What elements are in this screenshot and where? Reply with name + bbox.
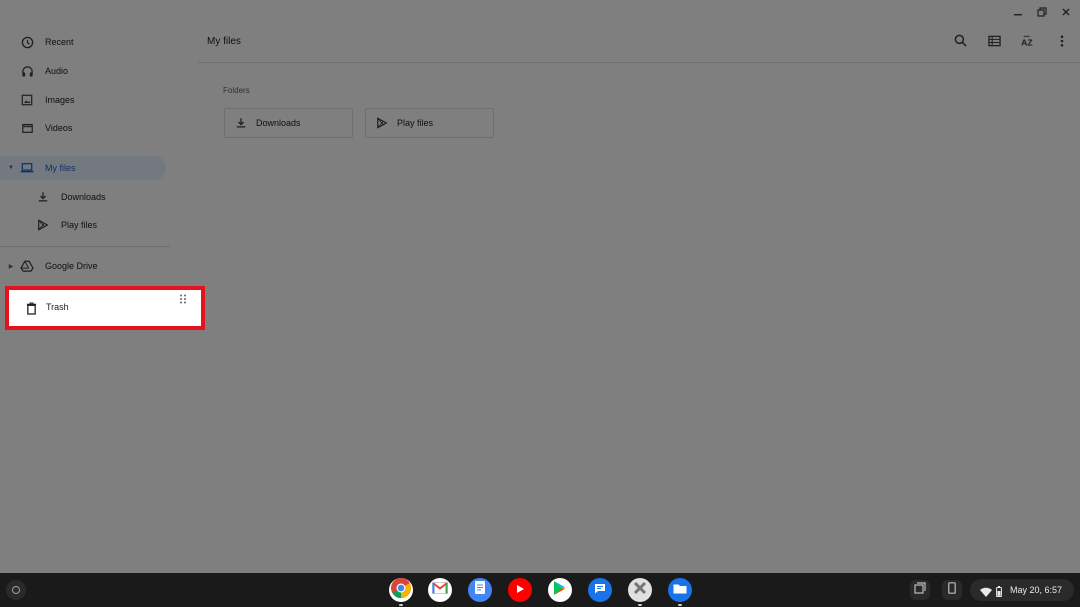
more-options-button[interactable]: [1052, 33, 1072, 53]
toolbar-divider: [198, 62, 1080, 63]
sidebar-item-label: Images: [45, 95, 75, 105]
folders-section-label: Folders: [223, 86, 250, 95]
battery-icon: [996, 584, 1002, 602]
list-view-icon: [987, 34, 1001, 52]
sidebar-item-videos[interactable]: Videos: [0, 116, 166, 140]
google-drive-icon: [18, 257, 36, 275]
sidebar-item-label: My files: [45, 163, 76, 173]
screen-capture-icon: [914, 581, 926, 599]
drag-handle-icon[interactable]: [177, 293, 189, 305]
sidebar-item-play-files[interactable]: Play files: [0, 213, 166, 237]
phone-icon: [948, 581, 956, 599]
sidebar-item-label: Videos: [45, 123, 73, 133]
sidebar-item-label: Trash: [46, 302, 69, 312]
main-content: My files AZ Folders Downloads Play files: [178, 28, 1080, 573]
expand-arrow-icon[interactable]: ▶: [6, 261, 16, 271]
shelf-app-play-store[interactable]: [548, 578, 572, 602]
youtube-icon: [515, 581, 525, 599]
shelf-app-docs[interactable]: [468, 578, 492, 602]
minimize-button[interactable]: [1010, 4, 1026, 20]
shelf-app-settings[interactable]: [628, 578, 652, 606]
sidebar-item-label: Audio: [45, 66, 69, 76]
shelf-app-files[interactable]: [668, 578, 692, 606]
chrome-icon: [390, 577, 412, 604]
sidebar-item-recent[interactable]: Recent: [0, 30, 166, 54]
files-icon: [673, 581, 687, 599]
shelf-app-messages[interactable]: [588, 578, 612, 602]
sidebar-item-label: Google Drive: [45, 261, 98, 271]
running-indicator: [678, 604, 682, 606]
sidebar-item-images[interactable]: Images: [0, 88, 166, 112]
clock-icon: [18, 33, 36, 51]
tray-screen-capture[interactable]: [910, 580, 930, 600]
launcher-button[interactable]: [6, 580, 26, 600]
download-icon: [234, 116, 248, 130]
wifi-icon: [980, 584, 992, 602]
search-button[interactable]: [950, 33, 970, 53]
sidebar-item-my-files[interactable]: ▼ My files: [0, 156, 166, 180]
messages-icon: [594, 581, 606, 599]
close-button[interactable]: [1058, 4, 1074, 20]
folder-card-downloads[interactable]: Downloads: [224, 108, 353, 138]
running-indicator: [638, 604, 642, 606]
status-time: May 20, 6:57: [1010, 585, 1063, 595]
trash-icon: [23, 300, 39, 316]
folder-card-label: Play files: [397, 118, 434, 128]
sort-button[interactable]: AZ: [1018, 33, 1038, 53]
launcher-icon: [12, 586, 20, 594]
svg-text:AZ: AZ: [1021, 37, 1032, 47]
sidebar-divider: [0, 246, 170, 247]
folder-card-label: Downloads: [256, 118, 301, 128]
laptop-icon: [18, 159, 36, 177]
shelf-app-youtube[interactable]: [508, 578, 532, 602]
play-store-icon: [553, 580, 567, 601]
shelf-app-gmail[interactable]: [428, 578, 452, 602]
more-vert-icon: [1060, 34, 1064, 52]
sort-az-icon: AZ: [1021, 34, 1035, 52]
sidebar-item-trash[interactable]: Trash: [5, 286, 205, 330]
page-title: My files: [207, 36, 241, 47]
sidebar-item-label: Recent: [45, 37, 74, 47]
gmail-icon: [432, 581, 448, 599]
settings-icon: [633, 581, 647, 600]
sidebar-item-label: Play files: [61, 220, 98, 230]
image-icon: [18, 91, 36, 109]
sidebar-item-audio[interactable]: Audio: [0, 59, 166, 83]
download-icon: [34, 188, 52, 206]
expand-arrow-icon[interactable]: ▼: [6, 163, 16, 173]
status-area[interactable]: May 20, 6:57: [970, 579, 1074, 601]
folder-card-play-files[interactable]: Play files: [365, 108, 494, 138]
restore-button[interactable]: [1034, 4, 1050, 20]
sidebar-item-google-drive[interactable]: ▶ Google Drive: [0, 254, 166, 278]
headphones-icon: [18, 62, 36, 80]
view-toggle-button[interactable]: [984, 33, 1004, 53]
shelf-app-chrome[interactable]: [389, 577, 413, 606]
sidebar-item-downloads[interactable]: Downloads: [0, 185, 166, 209]
play-store-icon: [34, 216, 52, 234]
running-indicator: [399, 604, 403, 606]
shelf: May 20, 6:57: [0, 573, 1080, 607]
search-icon: [954, 34, 967, 52]
window-controls: [1010, 4, 1074, 20]
video-icon: [18, 119, 36, 137]
tray-phone-hub[interactable]: [942, 580, 962, 600]
docs-icon: [475, 581, 485, 599]
sidebar-item-label: Downloads: [61, 192, 106, 202]
play-store-icon: [375, 116, 389, 130]
